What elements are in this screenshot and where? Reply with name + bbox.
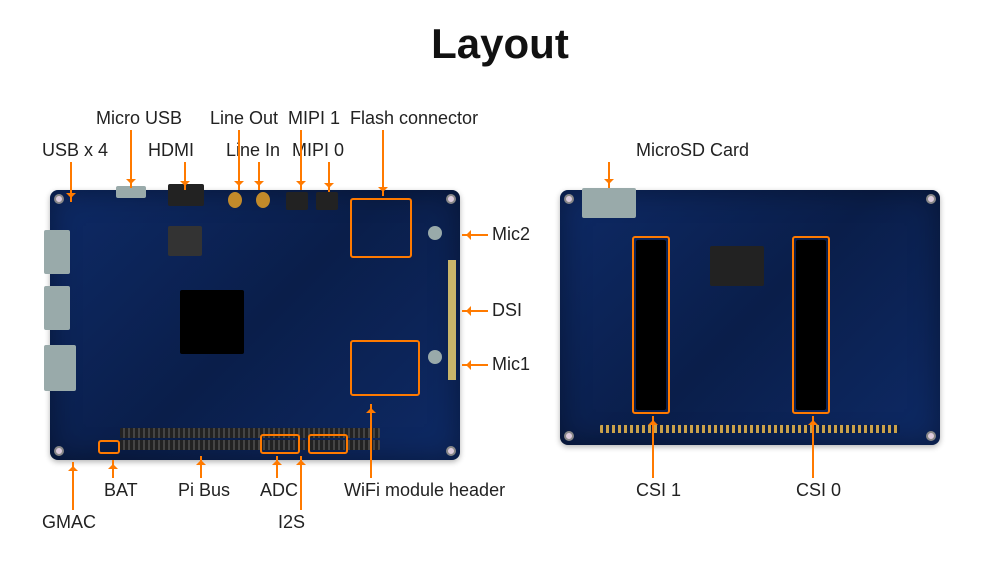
label-wifi-header: WiFi module header bbox=[344, 480, 505, 501]
label-pi-bus: Pi Bus bbox=[178, 480, 230, 501]
label-microsd: MicroSD Card bbox=[636, 140, 749, 161]
label-line-out: Line Out bbox=[210, 108, 278, 129]
label-micro-usb: Micro USB bbox=[96, 108, 182, 129]
board-back bbox=[560, 190, 940, 445]
label-line-in: Line In bbox=[226, 140, 280, 161]
page-title: Layout bbox=[0, 20, 1000, 68]
label-usb-x4: USB x 4 bbox=[42, 140, 108, 161]
label-mic2: Mic2 bbox=[492, 224, 530, 245]
label-flash-connector: Flash connector bbox=[350, 108, 478, 129]
label-adc: ADC bbox=[260, 480, 298, 501]
board-front bbox=[50, 190, 460, 460]
label-mic1: Mic1 bbox=[492, 354, 530, 375]
label-gmac: GMAC bbox=[42, 512, 96, 533]
label-hdmi: HDMI bbox=[148, 140, 194, 161]
label-csi0: CSI 0 bbox=[796, 480, 841, 501]
label-bat: BAT bbox=[104, 480, 138, 501]
label-dsi: DSI bbox=[492, 300, 522, 321]
label-csi1: CSI 1 bbox=[636, 480, 681, 501]
label-i2s: I2S bbox=[278, 512, 305, 533]
label-mipi1: MIPI 1 bbox=[288, 108, 340, 129]
